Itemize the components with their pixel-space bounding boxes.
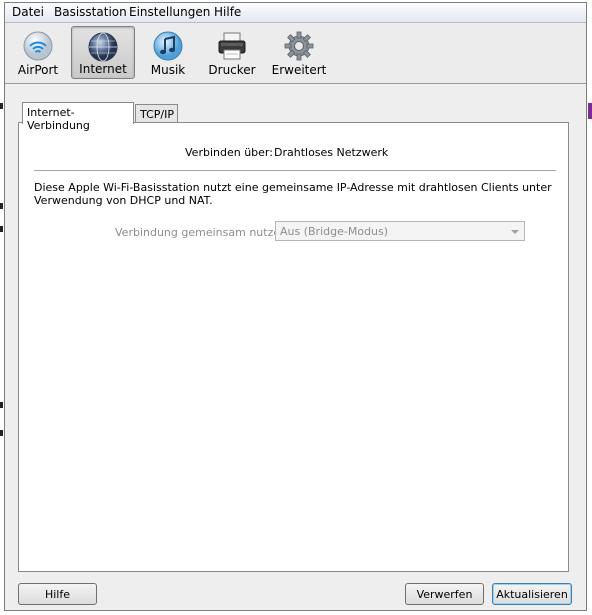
advanced-gear-icon <box>284 31 314 61</box>
tab-tcp-ip[interactable]: TCP/IP <box>135 104 178 122</box>
tab-panel-internet: Verbinden über: Drahtloses Netzwerk Dies… <box>18 122 569 572</box>
background-mark <box>588 103 592 119</box>
tab-area: Internet-Verbindung TCP/IP Verbinden übe… <box>18 102 569 572</box>
toolbar-drucker-label: Drucker <box>208 63 256 77</box>
printer-icon <box>218 32 246 60</box>
toolbar-internet-label: Internet <box>79 62 127 76</box>
toolbar-drucker-button[interactable]: Drucker <box>206 26 258 79</box>
toolbar-erweitert-label: Erweitert <box>271 63 327 77</box>
menubar: Datei Basisstation Einstellungen Hilfe <box>5 3 586 23</box>
menu-hilfe[interactable]: Hilfe <box>212 5 243 19</box>
music-note-icon <box>153 31 183 61</box>
share-connection-label: Verbindung gemeinsam nutzen: <box>115 226 291 239</box>
connect-via-value: Drahtloses Netzwerk <box>274 146 389 159</box>
toolbar: AirPort Internet Musik Drucker Erweitert <box>5 23 586 84</box>
help-button[interactable]: Hilfe <box>18 583 97 605</box>
internet-globe-icon <box>88 32 118 62</box>
connect-via-label: Verbinden über: <box>185 146 273 159</box>
toolbar-airport-button[interactable]: AirPort <box>13 26 63 79</box>
airport-utility-window: Datei Basisstation Einstellungen Hilfe A… <box>4 2 587 611</box>
tab-internet-verbindung[interactable]: Internet-Verbindung <box>22 102 134 132</box>
menu-datei[interactable]: Datei <box>10 5 46 19</box>
update-button[interactable]: Aktualisieren <box>492 583 572 605</box>
share-connection-select[interactable]: Aus (Bridge-Modus) <box>275 221 525 241</box>
airport-wifi-icon <box>23 31 53 61</box>
menu-basisstation[interactable]: Basisstation <box>52 5 129 19</box>
revert-button[interactable]: Verwerfen <box>405 583 484 605</box>
toolbar-airport-label: AirPort <box>17 63 59 77</box>
divider <box>34 170 556 171</box>
toolbar-internet-button[interactable]: Internet <box>71 26 135 79</box>
toolbar-erweitert-button[interactable]: Erweitert <box>269 26 329 79</box>
chevron-down-icon <box>511 230 519 234</box>
share-connection-value: Aus (Bridge-Modus) <box>280 225 389 238</box>
nat-description: Diese Apple Wi-Fi-Basisstation nutzt ein… <box>34 181 552 207</box>
menu-einstellungen[interactable]: Einstellungen <box>127 5 212 19</box>
toolbar-musik-button[interactable]: Musik <box>143 26 193 79</box>
toolbar-musik-label: Musik <box>150 63 186 77</box>
